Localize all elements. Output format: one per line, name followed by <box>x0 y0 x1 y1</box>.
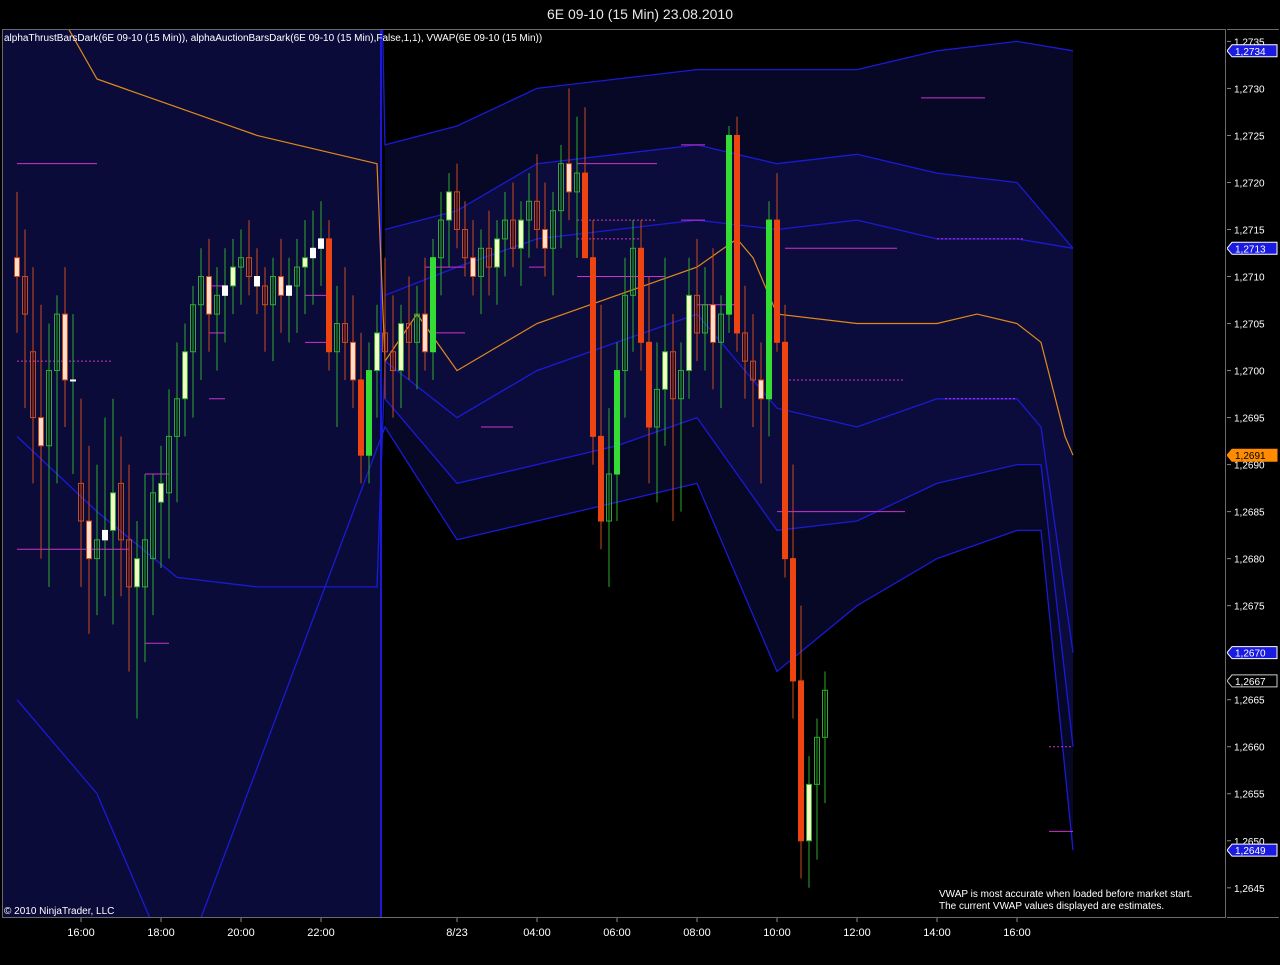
price-badge-label-1: 1,2713 <box>1235 244 1266 255</box>
x-tick-label-2: 20:00 <box>227 927 255 939</box>
candle-body-51 <box>422 313 428 353</box>
prior-session-shade <box>3 30 381 917</box>
candle-body-43 <box>358 379 364 456</box>
candle-body-63 <box>518 219 524 249</box>
price-badge-label-3: 1,2670 <box>1235 649 1266 660</box>
y-tick-label-6: 1,2705 <box>1234 320 1265 331</box>
candle-body-79 <box>646 341 652 428</box>
y-tick-label-5: 1,2710 <box>1234 273 1265 284</box>
x-tick-label-4: 8/23 <box>446 927 467 939</box>
price-badge-label-2: 1,2691 <box>1235 451 1266 462</box>
candle-body-95 <box>774 219 780 343</box>
x-tick-label-7: 08:00 <box>683 927 711 939</box>
candle-body-96 <box>782 341 788 560</box>
y-tick-label-15: 1,2660 <box>1234 743 1265 754</box>
candle-body-57 <box>470 257 476 278</box>
candle-body-38 <box>318 238 324 249</box>
x-tick-label-11: 16:00 <box>1003 927 1031 939</box>
candle-body-42 <box>350 341 356 381</box>
y-tick-label-12: 1,2675 <box>1234 602 1265 613</box>
candle-body-73 <box>598 435 604 522</box>
x-tick-label-6: 06:00 <box>603 927 631 939</box>
x-tick-label-1: 18:00 <box>147 927 175 939</box>
candle-body-9 <box>86 520 92 560</box>
candle-body-33 <box>278 276 284 296</box>
candle-body-54 <box>446 191 452 221</box>
candle-body-34 <box>286 285 292 296</box>
candle-body-52 <box>430 257 436 353</box>
price-badge-label-5: 1,2649 <box>1235 846 1266 857</box>
candle-body-72 <box>590 257 596 437</box>
y-tick-label-3: 1,2720 <box>1234 178 1265 189</box>
y-tick-label-18: 1,2645 <box>1234 884 1265 895</box>
candle-body-15 <box>134 558 140 588</box>
candle-body-60 <box>494 238 500 268</box>
y-tick-label-8: 1,2695 <box>1234 414 1265 425</box>
y-tick-label-1: 1,2730 <box>1234 84 1265 95</box>
candle-body-27 <box>230 266 236 287</box>
candle-body-6 <box>62 313 68 381</box>
chart-panel[interactable] <box>2 29 1226 918</box>
vwap-note-line1: VWAP is most accurate when loaded before… <box>939 889 1193 900</box>
vwap-note: VWAP is most accurate when loaded before… <box>939 889 1192 913</box>
x-tick-label-8: 10:00 <box>763 927 791 939</box>
window-title: 6E 09-10 (15 Min) 23.08.2010 <box>546 6 733 22</box>
candle-body-45 <box>374 332 380 372</box>
price-axis[interactable]: 1,2735 1,2730 1,2725 1,2720 1,2715 1,2710 1,27… <box>1227 29 1279 918</box>
y-tick-label-11: 1,2680 <box>1234 555 1265 566</box>
candle-body-3 <box>38 417 44 447</box>
candle-body-99 <box>806 783 812 842</box>
y-tick-label-2: 1,2725 <box>1234 131 1265 142</box>
y-tick-label-14: 1,2665 <box>1234 696 1265 707</box>
y-tick-label-4: 1,2715 <box>1234 225 1265 236</box>
candle-body-18 <box>158 482 164 503</box>
time-axis[interactable]: 16:00 18:00 20:00 22:00 8/23 04:00 06:00 08:00 1… <box>2 918 1226 948</box>
price-chart[interactable] <box>3 30 1225 917</box>
candle-body-87 <box>710 304 716 343</box>
candle-body-0 <box>14 257 20 278</box>
candle-body-66 <box>542 228 548 249</box>
right-empty-area <box>1078 30 1225 917</box>
candle-body-81 <box>662 351 668 390</box>
candle-body-11 <box>102 529 108 541</box>
candle-body-48 <box>398 323 404 372</box>
candle-body-97 <box>790 558 796 682</box>
candle-body-94 <box>766 219 772 400</box>
candle-body-21 <box>182 351 188 400</box>
y-tick-label-10: 1,2685 <box>1234 508 1265 519</box>
candle-body-12 <box>110 492 116 531</box>
x-tick-label-0: 16:00 <box>67 927 95 939</box>
x-tick-label-10: 14:00 <box>923 927 951 939</box>
y-tick-label-7: 1,2700 <box>1234 367 1265 378</box>
x-tick-label-3: 22:00 <box>307 927 335 939</box>
y-tick-label-16: 1,2655 <box>1234 790 1265 801</box>
candle-body-36 <box>302 257 308 268</box>
price-badge-label-0: 1,2734 <box>1235 47 1266 58</box>
candle-body-24 <box>206 276 212 315</box>
y-tick-label-9: 1,2690 <box>1234 461 1265 472</box>
candle-body-78 <box>638 247 644 343</box>
indicator-label: alphaThrustBarsDark(6E 09-10 (15 Min)), … <box>4 33 543 44</box>
candle-body-84 <box>686 294 692 372</box>
candle-body-75 <box>614 370 620 475</box>
x-tick-label-5: 04:00 <box>523 927 551 939</box>
candle-body-90 <box>734 134 740 334</box>
candle-body-93 <box>758 379 764 400</box>
candle-body-30 <box>254 276 260 287</box>
candle-body-69 <box>566 163 572 193</box>
candle-body-7 <box>70 379 76 382</box>
vwap-note-line2: The current VWAP values displayed are es… <box>939 901 1165 912</box>
copyright-label: © 2010 NinjaTrader, LLC <box>4 906 115 917</box>
candle-body-37 <box>310 247 316 259</box>
candle-body-71 <box>582 172 588 259</box>
price-badge-label-4: 1,2667 <box>1235 677 1266 688</box>
candle-body-39 <box>326 238 332 353</box>
candle-body-44 <box>366 370 372 456</box>
candle-body-98 <box>798 680 804 842</box>
candle-body-26 <box>222 285 228 296</box>
x-tick-label-9: 12:00 <box>843 927 871 939</box>
candle-body-89 <box>726 134 732 315</box>
